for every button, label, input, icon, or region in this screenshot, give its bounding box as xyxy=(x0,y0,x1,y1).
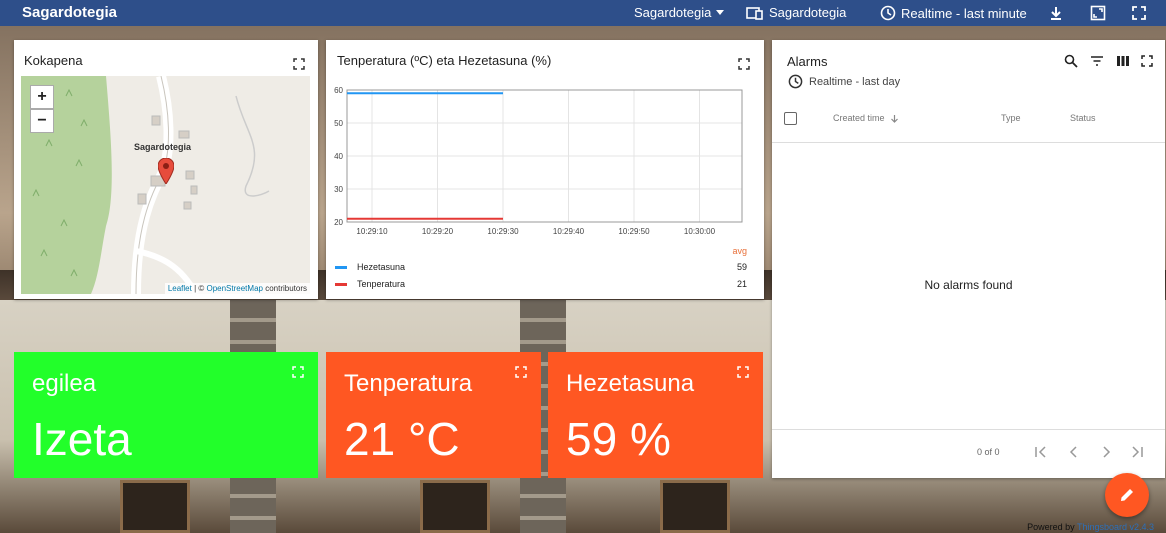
y-tick-label: 20 xyxy=(334,218,343,227)
entity-selector[interactable]: Sagardotegia xyxy=(746,5,846,20)
column-header-created-time[interactable]: Created time xyxy=(833,113,899,123)
state-selector-label: Sagardotegia xyxy=(634,5,712,20)
background-window xyxy=(660,480,730,533)
line-chart: 20 30 40 50 60 10:29:10 10:29:20 10:29:30 10:29:… xyxy=(334,86,743,236)
background-window xyxy=(120,480,190,533)
edit-dashboard-button[interactable] xyxy=(1105,473,1149,517)
column-header-type[interactable]: Type xyxy=(1001,113,1021,123)
avg-header: avg xyxy=(732,246,747,256)
divider xyxy=(772,429,1165,430)
state-selector[interactable]: Sagardotegia xyxy=(634,5,725,20)
select-all-checkbox[interactable] xyxy=(784,112,797,125)
column-header-label: Created time xyxy=(833,113,885,123)
clock-icon xyxy=(788,74,803,89)
chart-widget: Tenperatura (ºC) eta Hezetasuna (%) 20 30… xyxy=(326,40,764,299)
previous-page-icon[interactable] xyxy=(1068,446,1080,458)
value-card-tenperatura: Tenperatura 21 °C xyxy=(326,352,541,478)
value-card-hezetasuna: Hezetasuna 59 % xyxy=(548,352,763,478)
background-window xyxy=(420,480,490,533)
last-page-icon[interactable] xyxy=(1130,446,1144,458)
legend-item-hezetasuna[interactable]: Hezetasuna 59 xyxy=(335,262,755,274)
empty-state-text: No alarms found xyxy=(924,278,1013,292)
fullscreen-icon[interactable] xyxy=(292,366,304,378)
y-tick-label: 60 xyxy=(334,86,343,95)
marker-label: Sagardotegia xyxy=(134,142,192,152)
value-card-label: egilea xyxy=(32,370,97,397)
attribution-separator: | © xyxy=(191,284,207,293)
alarms-title: Alarms xyxy=(787,54,828,69)
y-tick-label: 30 xyxy=(334,185,343,194)
fullscreen-icon[interactable] xyxy=(515,366,527,378)
legend-label: Tenperatura xyxy=(357,279,406,289)
map-marker-icon[interactable] xyxy=(158,158,174,184)
filter-icon[interactable] xyxy=(1090,55,1104,67)
zoom-in-button[interactable]: + xyxy=(30,85,54,109)
x-tick-label: 10:29:30 xyxy=(487,227,519,236)
search-icon[interactable] xyxy=(1064,54,1078,68)
divider xyxy=(772,142,1165,143)
value-card-label: Tenperatura xyxy=(344,370,473,397)
legend-avg-value: 21 xyxy=(736,279,747,289)
chevron-down-icon xyxy=(716,9,725,15)
fullscreen-icon[interactable] xyxy=(293,58,305,70)
map-widget-title: Kokapena xyxy=(24,53,83,68)
fullscreen-icon[interactable] xyxy=(737,366,749,378)
x-tick-label: 10:29:10 xyxy=(356,227,388,236)
pagination-range: 0 of 0 xyxy=(977,447,1000,457)
alarms-widget: Alarms Realtime - last day Created time … xyxy=(772,40,1165,478)
osm-link[interactable]: OpenStreetMap xyxy=(206,284,262,293)
arrow-down-icon xyxy=(891,115,898,123)
value-card-value: Izeta xyxy=(32,413,132,465)
x-tick-label: 10:29:40 xyxy=(553,227,585,236)
x-tick-label: 10:30:00 xyxy=(684,227,716,236)
dashboard-title: Sagardotegia xyxy=(22,4,118,21)
fullscreen-icon[interactable] xyxy=(738,58,750,70)
map-canvas[interactable]: + − Sagardotegia Leaflet | © OpenStreetM… xyxy=(21,76,310,294)
map-attribution: Leaflet | © OpenStreetMap contributors xyxy=(164,283,310,294)
fullscreen-exit-icon[interactable] xyxy=(1090,5,1106,21)
value-card-egilea: egilea Izeta xyxy=(14,352,318,478)
pencil-icon xyxy=(1121,489,1133,501)
chart-widget-title: Tenperatura (ºC) eta Hezetasuna (%) xyxy=(337,53,552,68)
dashboard-toolbar: Sagardotegia Sagardotegia Sagardotegia R… xyxy=(0,0,1166,26)
x-tick-label: 10:29:50 xyxy=(618,227,650,236)
value-card-value: 21 °C xyxy=(344,413,460,465)
legend-avg-value: 59 xyxy=(736,262,747,272)
alarms-timewindow-label: Realtime - last day xyxy=(809,75,901,88)
brand-link[interactable]: Thingsboard v2.4.3 xyxy=(1077,522,1154,532)
powered-by: Powered by Thingsboard v2.4.3 xyxy=(1027,522,1154,532)
leaflet-link[interactable]: Leaflet xyxy=(168,284,192,293)
y-tick-label: 40 xyxy=(334,152,343,161)
x-tick-label: 10:29:20 xyxy=(422,227,454,236)
legend-swatch xyxy=(335,283,347,286)
entity-selector-label: Sagardotegia xyxy=(769,5,847,20)
fullscreen-icon[interactable] xyxy=(1141,55,1153,67)
attribution-suffix: contributors xyxy=(262,284,307,293)
first-page-icon[interactable] xyxy=(1034,446,1048,458)
timewindow-button[interactable]: Realtime - last minute xyxy=(880,5,1027,21)
powered-by-label: Powered by xyxy=(1027,522,1075,532)
value-card-value: 59 % xyxy=(566,413,671,465)
map-tiles xyxy=(21,76,270,294)
timewindow-label: Realtime - last minute xyxy=(901,5,1027,21)
device-icon xyxy=(746,6,763,20)
alarms-timewindow[interactable]: Realtime - last day xyxy=(788,74,900,89)
y-tick-label: 50 xyxy=(334,119,343,128)
download-icon[interactable] xyxy=(1048,5,1064,21)
legend-item-tenperatura[interactable]: Tenperatura 21 xyxy=(335,279,755,291)
legend-label: Hezetasuna xyxy=(357,262,406,272)
value-card-label: Hezetasuna xyxy=(566,370,695,397)
fullscreen-icon[interactable] xyxy=(1131,5,1147,21)
column-header-status[interactable]: Status xyxy=(1070,113,1096,123)
columns-icon[interactable] xyxy=(1116,55,1130,67)
clock-icon xyxy=(880,5,896,21)
zoom-out-button[interactable]: − xyxy=(30,109,54,133)
legend-swatch xyxy=(335,266,347,269)
next-page-icon[interactable] xyxy=(1100,446,1112,458)
